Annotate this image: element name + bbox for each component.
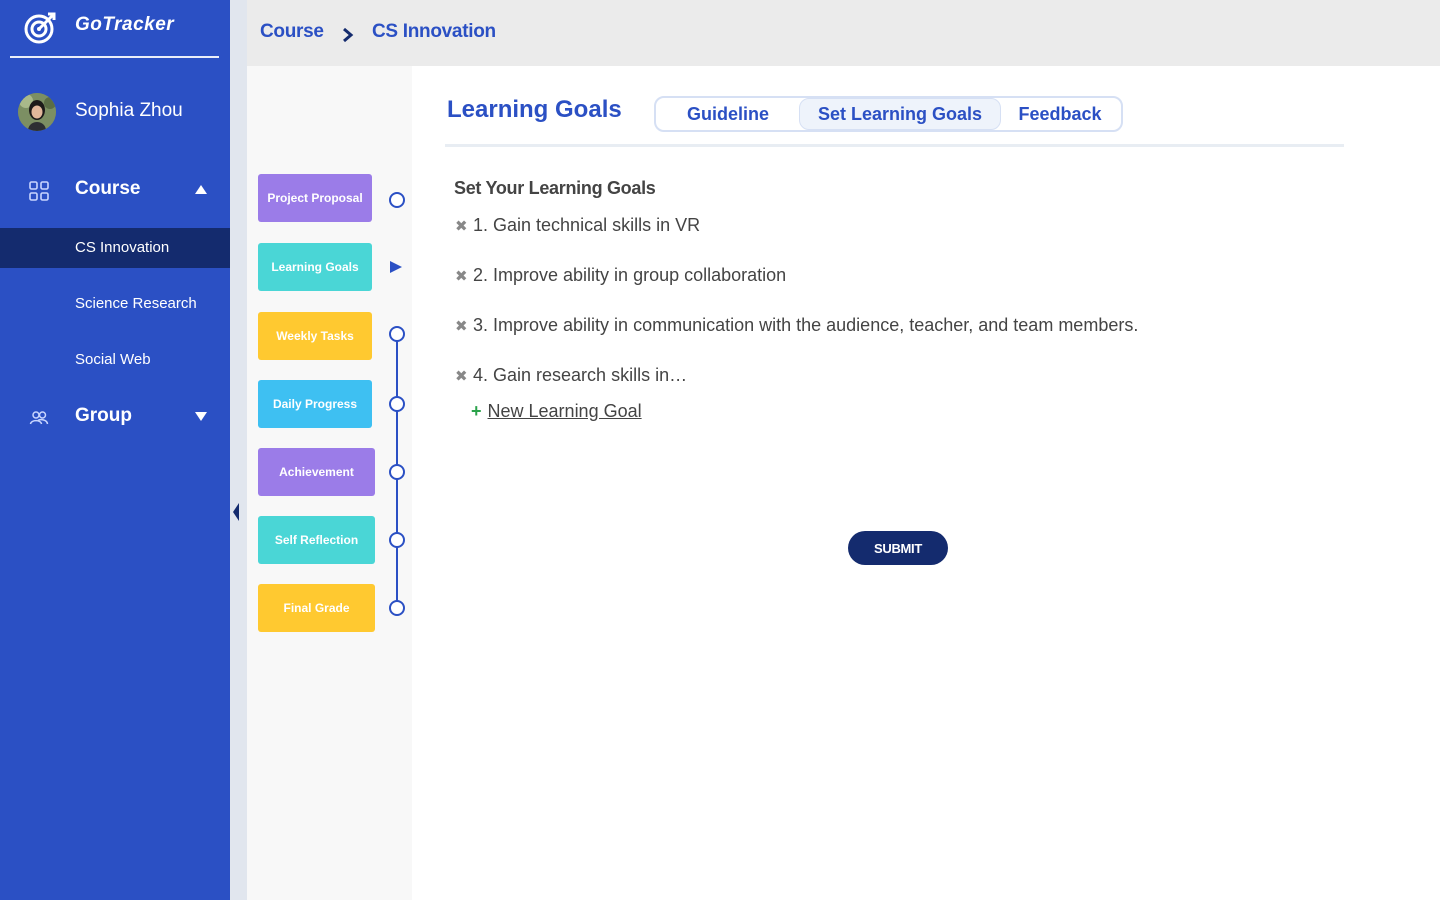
goal-text[interactable]: 1. Gain technical skills in VR: [473, 215, 700, 235]
nav-section-course[interactable]: Course: [0, 170, 230, 210]
step-final-grade[interactable]: Final Grade: [258, 584, 375, 632]
breadcrumb-course[interactable]: Course: [260, 21, 324, 43]
submit-label: SUBMIT: [873, 540, 923, 556]
step-status-dot: [389, 192, 405, 208]
step-weekly-tasks[interactable]: Weekly Tasks: [258, 312, 372, 360]
step-panel: Project Proposal Learning Goals Weekly T…: [247, 66, 412, 900]
sidebar-item-cs-innovation[interactable]: CS Innovation: [0, 228, 230, 268]
title-divider: [445, 144, 1344, 147]
current-step-icon: [390, 261, 402, 273]
brand-divider: [10, 56, 219, 58]
step-label: Final Grade: [283, 601, 350, 615]
step-label: Weekly Tasks: [276, 329, 354, 343]
grid-icon: [29, 181, 49, 201]
page-title: Learning Goals: [447, 96, 622, 123]
step-status-dot: [389, 600, 405, 616]
add-learning-goal-label: New Learning Goal: [487, 401, 642, 421]
sidebar: GoTracker Sophia Zhou Course CS Innovati…: [0, 0, 230, 900]
step-project-proposal[interactable]: Project Proposal: [258, 174, 372, 222]
sidebar-collapse-strip: [230, 0, 247, 900]
tab-feedback[interactable]: Feedback: [1001, 98, 1119, 130]
add-learning-goal-button[interactable]: + New Learning Goal: [471, 401, 642, 422]
nav-section-label: Course: [75, 178, 141, 199]
step-status-dot: [389, 532, 405, 548]
tab-guideline[interactable]: Guideline: [656, 98, 800, 130]
caret-down-icon: [195, 412, 207, 421]
close-icon[interactable]: ✖: [455, 267, 469, 285]
close-icon[interactable]: ✖: [455, 217, 469, 235]
submit-button[interactable]: SUBMIT: [848, 531, 948, 565]
goal-item: ✖ 2. Improve ability in group collaborati…: [455, 265, 786, 286]
goal-text[interactable]: 3. Improve ability in communication with…: [473, 315, 1138, 335]
sidebar-item-label: CS Innovation: [75, 239, 170, 256]
topbar: Course CS Innovation: [247, 0, 1440, 66]
collapse-sidebar-icon[interactable]: [232, 502, 240, 522]
step-self-reflection[interactable]: Self Reflection: [258, 516, 375, 564]
step-status-dot: [389, 326, 405, 342]
caret-up-icon: [195, 185, 207, 194]
step-label: Project Proposal: [267, 191, 363, 205]
goal-item: ✖ 4. Gain research skills in…: [455, 365, 687, 386]
section-heading: Set Your Learning Goals: [454, 178, 656, 198]
sidebar-item-social-web[interactable]: Social Web: [0, 340, 230, 380]
tab-label: Feedback: [1018, 103, 1102, 124]
step-status-dot: [389, 396, 405, 412]
sidebar-item-label: Social Web: [75, 351, 151, 368]
nav-section-group[interactable]: Group: [0, 397, 230, 437]
tab-set-learning-goals[interactable]: Set Learning Goals: [799, 98, 1001, 130]
user-profile[interactable]: Sophia Zhou: [0, 90, 230, 134]
chevron-right-icon: [343, 27, 354, 43]
step-daily-progress[interactable]: Daily Progress: [258, 380, 372, 428]
nav-section-label: Group: [75, 405, 132, 426]
breadcrumb-cs-innovation[interactable]: CS Innovation: [372, 21, 496, 43]
sidebar-item-science-research[interactable]: Science Research: [0, 284, 230, 324]
step-achievement[interactable]: Achievement: [258, 448, 375, 496]
goal-input[interactable]: 4. Gain research skills in…: [473, 365, 687, 385]
avatar: [18, 93, 56, 131]
user-name: Sophia Zhou: [75, 100, 183, 121]
step-label: Learning Goals: [271, 260, 359, 274]
step-label: Achievement: [279, 465, 354, 479]
tab-label: Guideline: [686, 103, 769, 124]
step-label: Self Reflection: [274, 533, 359, 547]
step-label: Daily Progress: [272, 397, 358, 411]
tab-bar: Guideline Set Learning Goals Feedback: [654, 96, 1123, 132]
goal-item: ✖ 1. Gain technical skills in VR: [455, 215, 700, 236]
target-icon: [24, 12, 56, 44]
close-icon[interactable]: ✖: [455, 367, 469, 385]
step-learning-goals[interactable]: Learning Goals: [258, 243, 372, 291]
brand[interactable]: GoTracker: [0, 0, 230, 60]
step-status-dot: [389, 464, 405, 480]
group-icon: [29, 411, 49, 425]
goal-item: ✖ 3. Improve ability in communication wit…: [455, 315, 1138, 336]
tab-label: Set Learning Goals: [817, 103, 983, 124]
brand-name: GoTracker: [75, 14, 175, 35]
goal-text[interactable]: 2. Improve ability in group collaboratio…: [473, 265, 786, 285]
sidebar-item-label: Science Research: [75, 295, 197, 312]
plus-icon: +: [471, 401, 482, 421]
close-icon[interactable]: ✖: [455, 317, 469, 335]
